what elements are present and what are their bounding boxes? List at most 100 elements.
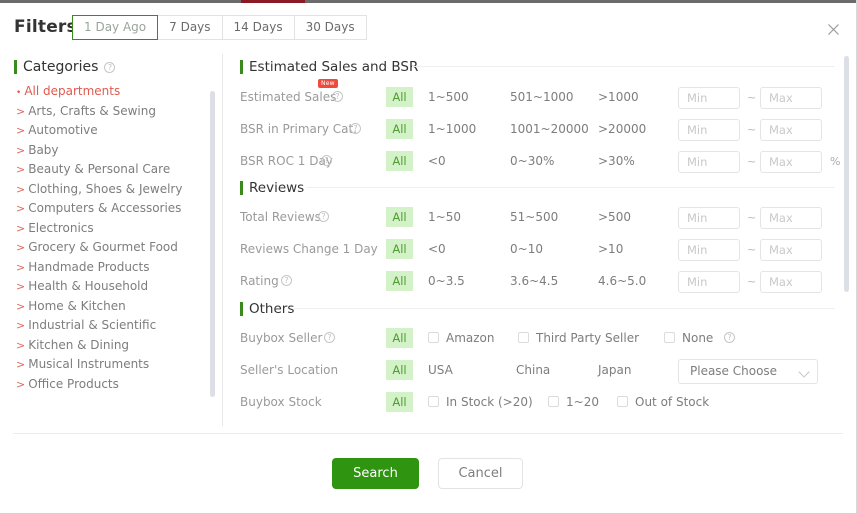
checkbox-icon[interactable] [548, 396, 559, 407]
option-range-1[interactable]: 1~1000 [428, 119, 476, 139]
category-item-clothing-shoes-jewelry[interactable]: > Clothing, Shoes & Jewelry [0, 180, 213, 200]
min-input[interactable] [678, 119, 740, 141]
option-range-1[interactable]: <0 [428, 151, 446, 171]
help-circle-icon[interactable]: ? [318, 211, 329, 222]
category-item-beauty-personal-care[interactable]: > Beauty & Personal Care [0, 160, 213, 180]
option-range-2[interactable]: 1001~20000 [510, 119, 589, 139]
checkbox-amazon[interactable]: Amazon [428, 328, 495, 348]
option-all[interactable]: All [386, 271, 413, 291]
cancel-button[interactable]: Cancel [438, 458, 523, 489]
max-input[interactable] [760, 119, 822, 141]
checkbox-icon[interactable] [664, 332, 675, 343]
checkbox-third-party-seller[interactable]: Third Party Seller [518, 328, 639, 348]
help-circle-icon[interactable]: ? [321, 155, 332, 166]
max-input[interactable] [760, 239, 822, 261]
option-all[interactable]: All [386, 328, 413, 348]
min-input[interactable] [678, 207, 740, 229]
min-input[interactable] [678, 239, 740, 261]
row-label: Buybox Seller [240, 331, 323, 345]
section-title: Others [249, 301, 295, 317]
option-japan[interactable]: Japan [598, 360, 631, 380]
max-input[interactable] [760, 87, 822, 109]
categories-panel: Categories ? • All departments > Arts, Cra… [0, 51, 215, 433]
checkbox-label: Amazon [446, 331, 495, 345]
category-item-office-products[interactable]: > Office Products [0, 375, 213, 395]
close-icon[interactable] [825, 23, 841, 39]
option-range-1[interactable]: 1~500 [428, 87, 469, 107]
option-range-1[interactable]: 1~50 [428, 207, 461, 227]
checkbox-none[interactable]: None [664, 328, 713, 348]
checkbox-icon[interactable] [617, 396, 628, 407]
category-item-computers-accessories[interactable]: > Computers & Accessories [0, 199, 213, 219]
section-header-reviews: Reviews [240, 180, 304, 196]
checkbox-icon[interactable] [428, 396, 439, 407]
checkbox-out-of-stock[interactable]: Out of Stock [617, 392, 709, 412]
option-all[interactable]: All [386, 87, 413, 107]
min-input[interactable] [678, 271, 740, 293]
help-circle-icon[interactable]: ? [324, 332, 335, 343]
category-item-automotive[interactable]: > Automotive [0, 121, 213, 141]
category-item-musical-instruments[interactable]: > Musical Instruments [0, 355, 213, 375]
category-item-industrial-scientific[interactable]: > Industrial & Scientific [0, 316, 213, 336]
row-label: Total Reviews [240, 210, 321, 224]
category-item-arts-crafts-sewing[interactable]: > Arts, Crafts & Sewing [0, 102, 213, 122]
option-all[interactable]: All [386, 119, 413, 139]
category-item-handmade-products[interactable]: > Handmade Products [0, 258, 213, 278]
option-range-2[interactable]: 3.6~4.5 [510, 271, 558, 291]
option-china[interactable]: China [516, 360, 550, 380]
category-item-health-household[interactable]: > Health & Household [0, 277, 213, 297]
help-circle-icon[interactable]: ? [104, 61, 116, 73]
tab-7-days[interactable]: 7 Days [158, 15, 223, 40]
category-item-baby[interactable]: > Baby [0, 141, 213, 161]
option-range-3[interactable]: >10 [598, 239, 623, 259]
checkbox-icon[interactable] [518, 332, 529, 343]
option-usa[interactable]: USA [428, 360, 453, 380]
search-button[interactable]: Search [332, 458, 419, 489]
max-input[interactable] [760, 151, 822, 173]
option-all[interactable]: All [386, 392, 413, 412]
option-range-3[interactable]: 4.6~5.0 [598, 271, 646, 291]
option-all[interactable]: All [386, 151, 413, 171]
option-range-2[interactable]: 0~10 [510, 239, 543, 259]
category-item-grocery-gourmet-food[interactable]: > Grocery & Gourmet Food [0, 238, 213, 258]
option-all[interactable]: All [386, 360, 413, 380]
option-range-3[interactable]: >1000 [598, 87, 639, 107]
chevron-right-icon: > [16, 202, 26, 215]
tab-30-days[interactable]: 30 Days [294, 15, 367, 40]
option-all[interactable]: All [386, 207, 413, 227]
chevron-right-icon: > [16, 299, 26, 313]
bullet-icon: • [16, 88, 22, 98]
max-input[interactable] [760, 207, 822, 229]
option-range-2[interactable]: 51~500 [510, 207, 558, 227]
unit-percent: % [830, 155, 841, 168]
option-range-2[interactable]: 501~1000 [510, 87, 574, 107]
checkbox-icon[interactable] [428, 332, 439, 343]
checkbox-1-20[interactable]: 1~20 [548, 392, 599, 412]
category-item-all-departments[interactable]: • All departments [0, 82, 213, 102]
tab-14-days[interactable]: 14 Days [222, 15, 295, 40]
tab-1-day-ago[interactable]: 1 Day Ago [72, 15, 159, 40]
filters-panel-scrollbar[interactable] [844, 56, 849, 292]
category-item-kitchen-dining[interactable]: > Kitchen & Dining [0, 336, 213, 356]
sellers-location-select[interactable]: Please Choose [678, 359, 818, 384]
checkbox-in-stock[interactable]: In Stock (>20) [428, 392, 533, 412]
option-range-1[interactable]: 0~3.5 [428, 271, 465, 291]
option-all[interactable]: All [386, 239, 413, 259]
help-circle-icon[interactable]: ? [281, 275, 292, 286]
min-input[interactable] [678, 151, 740, 173]
categories-scrollbar[interactable] [210, 91, 215, 397]
option-range-3[interactable]: >20000 [598, 119, 646, 139]
help-circle-icon[interactable]: ? [332, 91, 343, 102]
option-range-1[interactable]: <0 [428, 239, 446, 259]
category-label: Baby [28, 142, 59, 157]
min-input[interactable] [678, 87, 740, 109]
max-input[interactable] [760, 271, 822, 293]
help-circle-icon[interactable]: ? [350, 123, 361, 134]
category-item-home-kitchen[interactable]: > Home & Kitchen [0, 297, 213, 317]
option-range-3[interactable]: >500 [598, 207, 631, 227]
option-range-2[interactable]: 0~30% [510, 151, 554, 171]
help-circle-icon[interactable]: ? [724, 332, 735, 343]
option-range-3[interactable]: >30% [598, 151, 635, 171]
category-item-electronics[interactable]: > Electronics [0, 219, 213, 239]
categories-list[interactable]: • All departments > Arts, Crafts & Sewing … [0, 82, 213, 433]
